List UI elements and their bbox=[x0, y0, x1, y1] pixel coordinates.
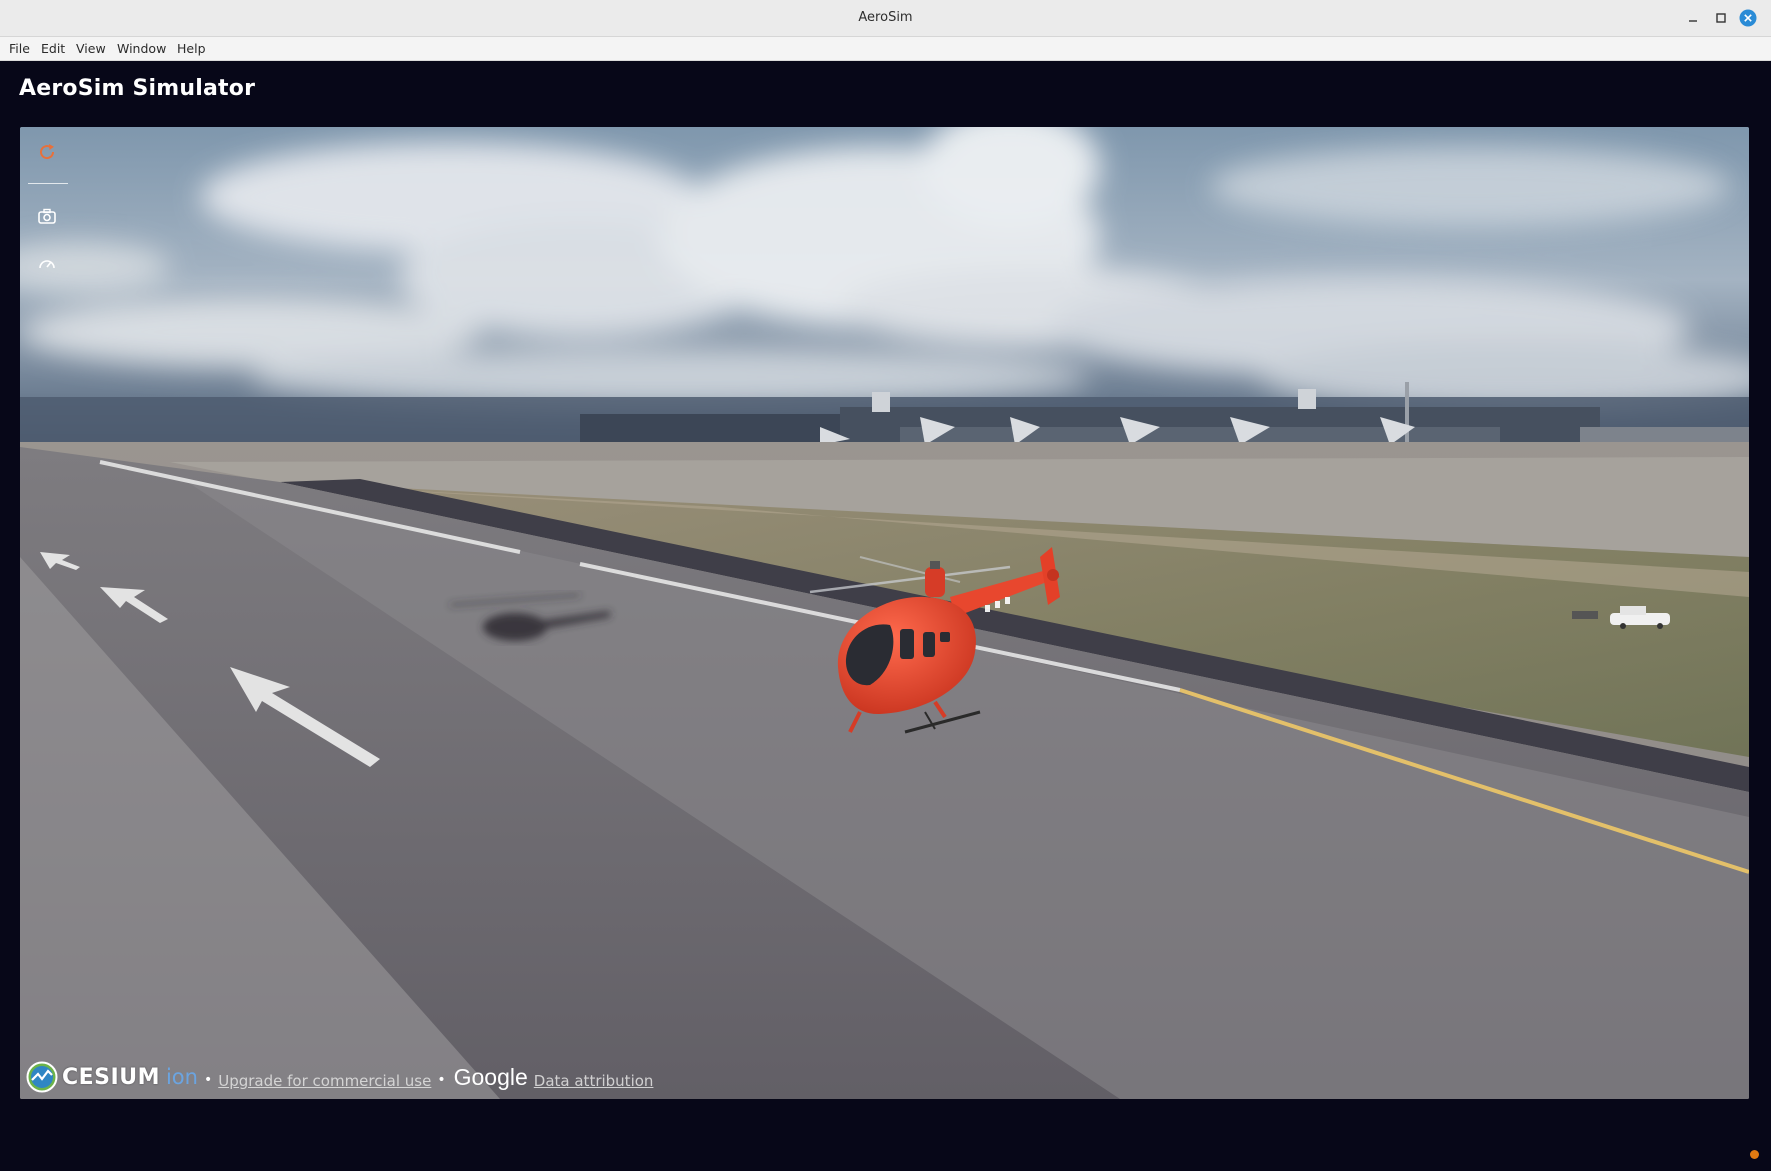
gauge-icon bbox=[39, 260, 55, 269]
simulation-viewport[interactable]: CESIUM ion • Upgrade for commercial use … bbox=[20, 127, 1749, 1099]
menu-help[interactable]: Help bbox=[177, 41, 206, 56]
reset-view-button[interactable] bbox=[34, 139, 60, 165]
credit-separator: • bbox=[203, 1072, 213, 1088]
minimize-button[interactable] bbox=[1684, 9, 1702, 27]
cesium-logo-icon bbox=[26, 1061, 58, 1093]
maximize-button[interactable] bbox=[1712, 9, 1730, 27]
viewport-toolbar bbox=[20, 127, 76, 427]
upgrade-link[interactable]: Upgrade for commercial use bbox=[218, 1072, 431, 1090]
google-brand-text: Google bbox=[453, 1063, 528, 1090]
maximize-icon bbox=[1716, 13, 1726, 23]
camera-icon bbox=[38, 208, 56, 224]
data-attribution-link[interactable]: Data attribution bbox=[534, 1072, 654, 1090]
menu-file[interactable]: File bbox=[9, 41, 30, 56]
menu-edit[interactable]: Edit bbox=[41, 41, 65, 56]
toolbar-divider bbox=[28, 183, 68, 184]
close-button[interactable] bbox=[1739, 9, 1757, 27]
app-title: AeroSim Simulator bbox=[19, 76, 256, 101]
map-credits: CESIUM ion • Upgrade for commercial use … bbox=[26, 1059, 653, 1095]
ion-brand-text: ion bbox=[165, 1065, 198, 1089]
cesium-brand-text: CESIUM bbox=[62, 1064, 160, 1090]
performance-button[interactable] bbox=[34, 251, 60, 277]
window-title: AeroSim bbox=[858, 10, 913, 25]
screenshot-button[interactable] bbox=[34, 203, 60, 229]
minimize-icon bbox=[1689, 20, 1697, 22]
app-window: AeroSim File Edit View Window Help AeroS… bbox=[0, 0, 1771, 1171]
credit-separator: • bbox=[437, 1072, 446, 1088]
scene-render bbox=[20, 127, 1749, 1099]
title-bar[interactable]: AeroSim bbox=[0, 0, 1771, 37]
menu-window[interactable]: Window bbox=[117, 41, 166, 56]
close-icon bbox=[1739, 9, 1757, 27]
menu-bar: File Edit View Window Help bbox=[0, 37, 1771, 61]
menu-view[interactable]: View bbox=[76, 41, 106, 56]
reset-view-icon bbox=[40, 144, 55, 160]
status-indicator bbox=[1750, 1150, 1759, 1159]
